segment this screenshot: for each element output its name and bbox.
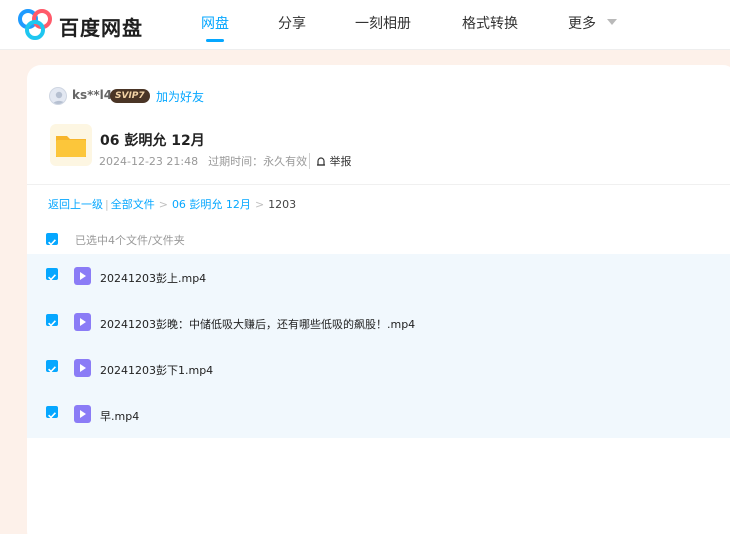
play-icon: [80, 272, 86, 280]
file-checkbox[interactable]: [46, 360, 58, 373]
play-icon: [80, 318, 86, 326]
file-row[interactable]: 早.mp4: [27, 392, 730, 438]
nav-tab-share[interactable]: 分享: [278, 13, 306, 33]
breadcrumb-all-files[interactable]: 全部文件: [111, 198, 155, 211]
divider: [27, 184, 730, 185]
owner-name[interactable]: ks**l4: [72, 88, 112, 102]
file-row[interactable]: 20241203彭晚：中储低吸大赚后，还有哪些低吸的飙股！.mp4: [27, 300, 730, 346]
video-file-icon: [74, 313, 91, 331]
file-name[interactable]: 20241203彭下1.mp4: [100, 362, 213, 378]
breadcrumb-back[interactable]: 返回上一级: [48, 198, 103, 211]
nav-tab-more[interactable]: 更多: [568, 13, 596, 33]
share-expire: 过期时间：永久有效: [208, 155, 308, 168]
folder-thumbnail: [50, 124, 92, 166]
checkmark-icon: [48, 239, 56, 246]
nav-tab-album[interactable]: 一刻相册: [355, 13, 411, 33]
select-all-checkbox[interactable]: [46, 233, 58, 246]
file-list: 20241203彭上.mp4 20241203彭晚：中储低吸大赚后，还有哪些低吸…: [27, 254, 730, 438]
chevron-down-icon[interactable]: [607, 19, 617, 25]
file-row[interactable]: 20241203彭下1.mp4: [27, 346, 730, 392]
active-tab-indicator: [206, 39, 224, 42]
report-label: 举报: [329, 155, 352, 168]
file-name[interactable]: 20241203彭上.mp4: [100, 270, 206, 286]
checkmark-icon: [48, 366, 56, 373]
baidu-netdisk-logo-icon: [18, 9, 52, 40]
share-card: ks**l4 SVIP7 加为好友 06 彭明允 12月 2024-12-23 …: [27, 65, 730, 534]
selection-count-label: 已选中4个文件/文件夹: [75, 234, 185, 247]
share-meta: 2024-12-23 21:48 过期时间：永久有效: [99, 153, 317, 169]
share-date: 2024-12-23 21:48: [99, 155, 199, 168]
svip-badge: SVIP7: [110, 89, 150, 103]
breadcrumb-divider: |: [105, 198, 109, 211]
nav-tab-netdisk[interactable]: 网盘: [201, 13, 229, 33]
breadcrumb-folder[interactable]: 06 彭明允 12月: [172, 198, 251, 211]
top-navigation-bar: 百度网盘 网盘 分享 一刻相册 格式转换 更多: [0, 0, 730, 50]
report-icon: [317, 157, 325, 166]
avatar[interactable]: [49, 87, 67, 105]
file-row[interactable]: 20241203彭上.mp4: [27, 254, 730, 300]
file-checkbox[interactable]: [46, 268, 58, 281]
breadcrumb-separator-icon: >: [158, 198, 168, 211]
checkmark-icon: [48, 274, 56, 281]
checkmark-icon: [48, 320, 56, 327]
report-button[interactable]: 举报: [309, 153, 352, 169]
file-name[interactable]: 20241203彭晚：中储低吸大赚后，还有哪些低吸的飙股！.mp4: [100, 316, 415, 332]
play-icon: [80, 410, 86, 418]
video-file-icon: [74, 359, 91, 377]
user-icon: [52, 91, 66, 104]
folder-icon: [56, 136, 86, 157]
file-name[interactable]: 早.mp4: [100, 408, 139, 424]
nav-tab-format-convert[interactable]: 格式转换: [462, 13, 518, 33]
breadcrumb-current: 1203: [268, 198, 297, 211]
app-name: 百度网盘: [59, 16, 143, 40]
file-checkbox[interactable]: [46, 314, 58, 327]
video-file-icon: [74, 267, 91, 285]
file-checkbox[interactable]: [46, 406, 58, 419]
add-friend-link[interactable]: 加为好友: [156, 88, 204, 105]
checkmark-icon: [48, 412, 56, 419]
video-file-icon: [74, 405, 91, 423]
play-icon: [80, 364, 86, 372]
share-title: 06 彭明允 12月: [100, 133, 205, 149]
breadcrumb-separator-icon: >: [254, 198, 265, 211]
breadcrumb: 返回上一级 | 全部文件 >06 彭明允 12月 >1203: [48, 196, 296, 212]
